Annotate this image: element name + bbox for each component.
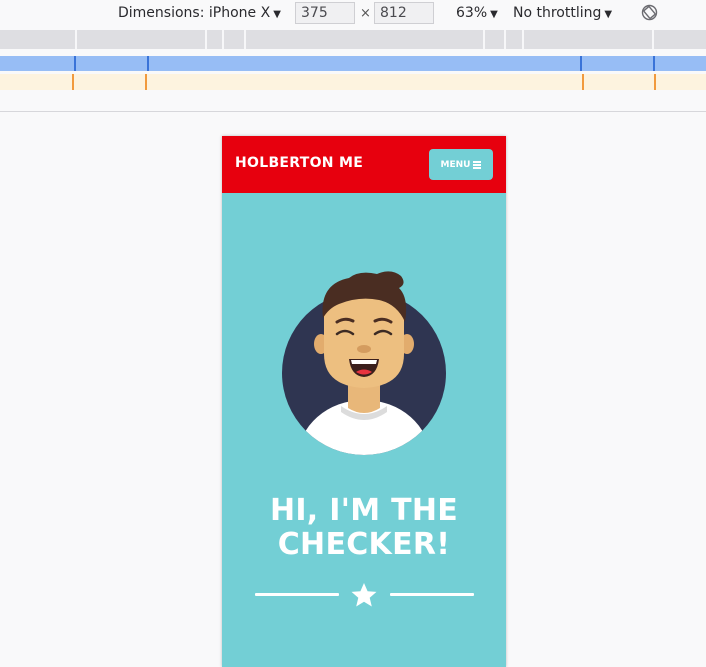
avatar-icon [282, 271, 446, 455]
star-icon [351, 583, 377, 607]
device-selector[interactable]: Dimensions: iPhone X ▼ [118, 4, 281, 24]
menu-button[interactable]: MENU [429, 149, 493, 180]
zoom-selector[interactable]: 63% ▼ [456, 4, 498, 24]
divider-line-left [255, 593, 339, 596]
hero-title-line-1: HI, I'M THE [269, 493, 459, 528]
media-query-bar-gray[interactable] [0, 30, 706, 49]
media-query-bar-orange[interactable] [0, 74, 706, 90]
zoom-label: 63% [456, 5, 488, 21]
throttling-selector[interactable]: No throttling ▼ [513, 4, 612, 24]
site-brand[interactable]: HOLBERTON ME [235, 155, 363, 171]
throttling-label: No throttling [513, 5, 602, 21]
menu-button-label: MENU [440, 159, 471, 170]
hamburger-icon [473, 161, 482, 169]
chevron-down-icon: ▼ [490, 9, 498, 20]
width-input[interactable]: 375 [295, 2, 355, 24]
site-header: HOLBERTON ME MENU [222, 136, 506, 193]
device-selector-label: Dimensions: iPhone X [118, 5, 271, 21]
chevron-down-icon: ▼ [604, 9, 613, 20]
divider-line-right [390, 593, 474, 596]
chevron-down-icon: ▼ [273, 9, 281, 20]
hero-title-line-2: CHECKER! [277, 527, 451, 562]
device-viewport: HOLBERTON ME MENU HI, I'M THE CHECKER! [222, 136, 506, 667]
toolbar-divider [0, 111, 706, 112]
hero-title: HI, I'M THE CHECKER! [222, 494, 506, 562]
rotate-icon[interactable] [641, 4, 658, 21]
dimension-separator: × [360, 6, 371, 21]
devtools-toolbar: Dimensions: iPhone X ▼ 375 × 812 63% ▼ No … [0, 0, 706, 27]
media-query-bar-blue[interactable] [0, 56, 706, 71]
height-input[interactable]: 812 [374, 2, 434, 24]
